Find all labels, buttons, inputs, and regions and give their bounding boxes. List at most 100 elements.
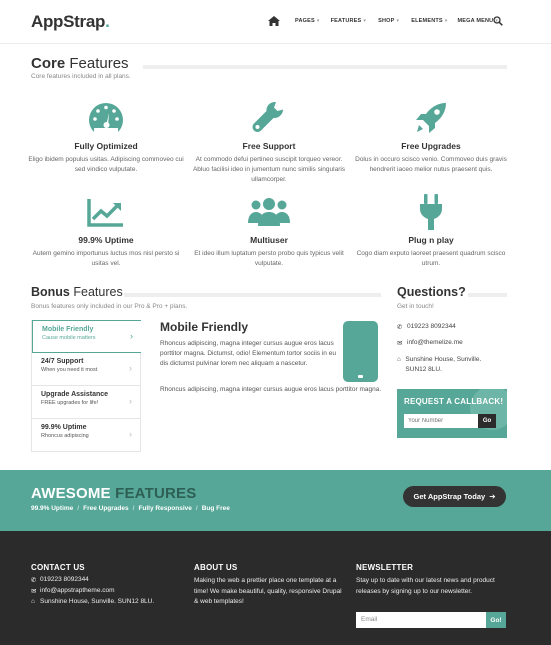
caret-down-icon: ▾ — [444, 18, 448, 24]
rocket-icon — [416, 103, 446, 133]
heading-bold: Bonus — [31, 285, 70, 299]
brand-logo[interactable]: AppStrap. — [31, 12, 110, 32]
address-text: Sunshine House, Sunville. SUN12 8LU. — [40, 598, 155, 605]
feature-free-support: Free Support At commodo defui pertineo s… — [189, 97, 349, 185]
caret-down-icon: ▾ — [316, 18, 320, 24]
home-icon: ⌂ — [397, 356, 401, 363]
wrench-icon — [252, 102, 283, 132]
nav-label: PAGES — [295, 18, 315, 24]
tab-title: Mobile Friendly — [42, 326, 94, 333]
phone-number: 019223 8092344 — [40, 576, 89, 583]
envelope-icon: ✉ — [397, 340, 403, 347]
arrow-right-icon: ➔ — [489, 492, 496, 501]
questions-heading: Questions? — [397, 285, 466, 299]
awesome-features-band: AWESOME FEATURES 99.9% Uptime / Free Upgr… — [0, 470, 551, 531]
core-features-heading: Core Features — [31, 55, 129, 72]
band-item: Bug Free — [201, 505, 230, 512]
heading-divider — [124, 293, 381, 297]
brand-name: AppStrap — [31, 12, 106, 31]
footer-newsletter-title: NEWSLETTER — [356, 563, 414, 572]
feature-title: 99.9% Uptime — [78, 235, 134, 245]
feature-title: Plug n play — [408, 235, 454, 245]
newsletter-go-button[interactable]: Go! — [486, 612, 506, 628]
band-heading: AWESOME FEATURES — [31, 485, 196, 502]
feature-text: At commodo defui pertineo suscipit torqu… — [192, 156, 346, 183]
nav-item-pages[interactable]: PAGES ▾ — [295, 18, 320, 24]
nav-label: ELEMENTS — [411, 18, 443, 24]
core-features-subtitle: Core features included in all plans. — [31, 73, 131, 80]
feature-text: Autem gemino importunus luctus mos nisl … — [32, 250, 180, 267]
brand-dot: . — [105, 12, 110, 31]
tab-support[interactable]: 24/7 Support When you need it most › — [32, 353, 141, 386]
newsletter-email-input[interactable]: Email — [356, 612, 486, 628]
callback-number-input[interactable] — [404, 414, 478, 428]
footer-contact-title: CONTACT US — [31, 563, 85, 572]
heading-divider — [143, 65, 507, 69]
panel-title: Mobile Friendly — [160, 320, 249, 334]
search-icon[interactable] — [493, 16, 503, 26]
chart-line-icon — [87, 199, 123, 227]
nav-item-elements[interactable]: ELEMENTS ▾ — [411, 18, 447, 24]
heading-divider — [468, 293, 507, 297]
main-nav: PAGES ▾ FEATURES ▾ SHOP ▾ ELEMENTS ▾ MEGA ME… — [288, 18, 498, 24]
email-address: info@themelize.me — [407, 339, 463, 346]
band-feature-list: 99.9% Uptime / Free Upgrades / Fully Respo… — [31, 505, 230, 512]
nav-item-features[interactable]: FEATURES ▾ — [331, 18, 367, 24]
nav-item-mega-menu[interactable]: MEGA MENU ▾ — [458, 18, 499, 24]
tab-title: 99.9% Uptime — [41, 424, 87, 431]
heading-bold: Core — [31, 55, 66, 72]
caret-down-icon: ▾ — [396, 18, 400, 24]
feature-multiuser: Multiuser Et ideo illum luptatum persto … — [189, 191, 349, 269]
mobile-phone-icon — [343, 321, 378, 382]
footer-email[interactable]: ✉ info@appstraptheme.com — [31, 587, 115, 595]
panel-paragraph: Rhoncus adipiscing, magna integer cursus… — [160, 386, 382, 393]
chevron-right-icon: › — [129, 363, 132, 373]
envelope-icon: ✉ — [31, 588, 37, 595]
bonus-features-heading: Bonus Features — [31, 285, 123, 299]
feature-title: Free Upgrades — [401, 141, 461, 151]
tab-subtitle: When you need it most — [41, 367, 98, 373]
tab-title: Upgrade Assistance — [41, 391, 109, 398]
footer-phone: ✆ 019223 8092344 — [31, 576, 89, 584]
address-text: Sunshine House, Sunville. SUN12 8LU. — [405, 356, 482, 373]
tab-mobile-friendly[interactable]: Mobile Friendly Cause mobile matters › — [32, 320, 141, 353]
band-item: Free Upgrades — [83, 505, 129, 512]
feature-plug-n-play: Plug n play Cogo diam exputo laoreet pra… — [351, 191, 511, 269]
panel-paragraph: Rhoncus adipiscing, magna integer cursus… — [160, 340, 336, 367]
band-word1: AWESOME — [31, 485, 111, 502]
heading-rest: Features — [65, 55, 129, 72]
contact-phone: ✆ 019223 8092344 — [397, 323, 456, 331]
plug-icon — [420, 194, 442, 230]
get-appstrap-button[interactable]: Get AppStrap Today ➔ — [403, 486, 506, 507]
nav-item-shop[interactable]: SHOP ▾ — [378, 18, 399, 24]
users-icon — [248, 198, 290, 226]
contact-email[interactable]: ✉ info@themelize.me — [397, 339, 463, 347]
band-item: Fully Responsive — [138, 505, 192, 512]
contact-address: ⌂ Sunshine House, Sunville. SUN12 8LU. — [397, 355, 497, 375]
tab-subtitle: FREE upgrades for life! — [41, 400, 99, 406]
callback-box: REQUEST A CALLBACK! Go — [397, 389, 507, 438]
heading-rest: Features — [69, 285, 123, 299]
feature-free-upgrades: Free Upgrades Dolus in occuro scisco ven… — [351, 97, 511, 175]
feature-text: Dolus in occuro scisco venio. Commoveo d… — [355, 156, 507, 173]
site-header: AppStrap. PAGES ▾ FEATURES ▾ SHOP ▾ ELEMENT… — [0, 0, 551, 44]
gauge-icon — [89, 103, 123, 135]
callback-go-button[interactable]: Go — [478, 414, 496, 428]
footer-address: ⌂ Sunshine House, Sunville. SUN12 8LU. — [31, 598, 154, 605]
tab-uptime[interactable]: 99.9% Uptime Rhoncus adipiscing › — [32, 419, 141, 452]
feature-title: Multiuser — [250, 235, 288, 245]
band-word2: FEATURES — [110, 485, 197, 502]
phone-number: 019223 8092344 — [407, 323, 456, 330]
home-icon[interactable] — [268, 16, 280, 26]
chevron-right-icon: › — [129, 429, 132, 439]
questions-subtitle: Get in touch! — [397, 303, 434, 310]
bonus-tabs: Mobile Friendly Cause mobile matters › 2… — [31, 320, 141, 452]
chevron-right-icon: › — [130, 331, 133, 341]
tab-title: 24/7 Support — [41, 358, 84, 365]
chevron-right-icon: › — [129, 396, 132, 406]
feature-title: Fully Optimized — [74, 141, 138, 151]
footer-about-title: ABOUT US — [194, 563, 238, 572]
footer-about-text: Making the web a prettier place one temp… — [194, 577, 342, 605]
tab-upgrade-assistance[interactable]: Upgrade Assistance FREE upgrades for lif… — [32, 386, 141, 419]
callback-title: REQUEST A CALLBACK! — [404, 397, 504, 406]
